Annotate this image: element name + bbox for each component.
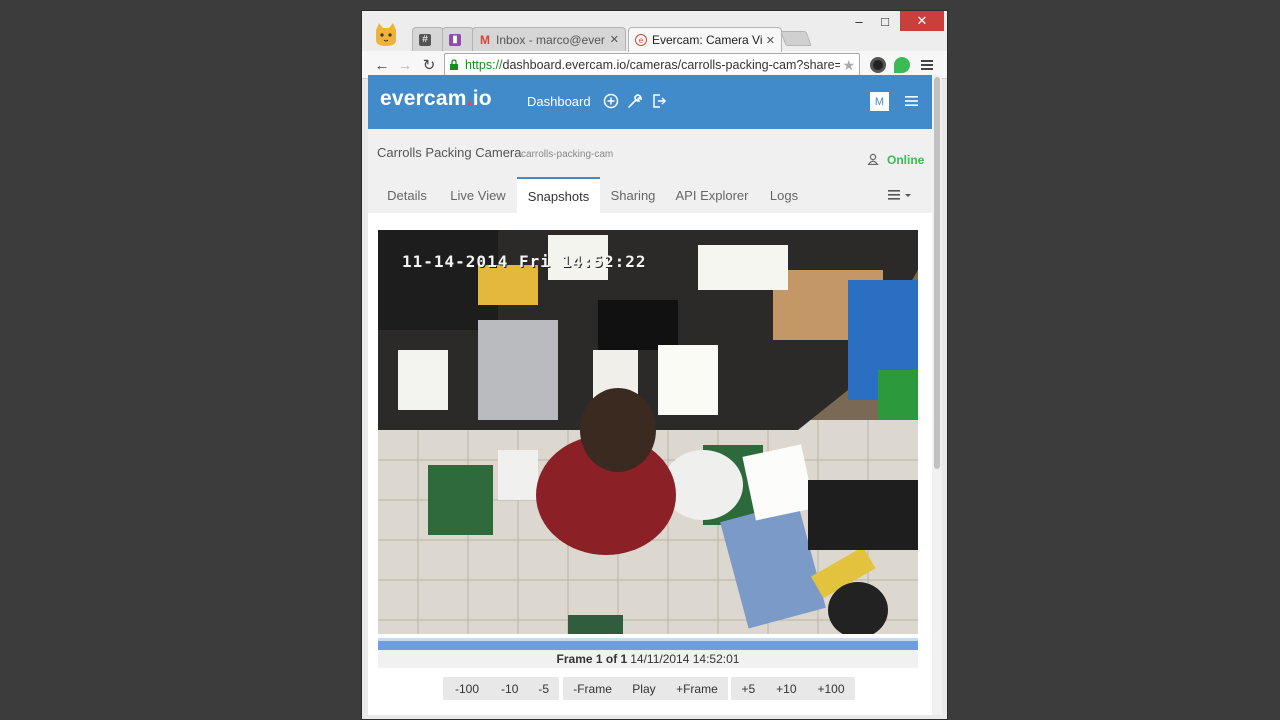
tab-logs[interactable]: Logs	[764, 177, 804, 213]
snapshot-timestamp-overlay: 11-14-2014 Fri 14:52:22	[402, 252, 647, 271]
browser-window: # ▮ M Inbox - marco@ever ✕ e Evercam: Ca…	[361, 10, 948, 720]
page-scrollbar[interactable]	[932, 75, 942, 715]
prev-frame-button[interactable]: -Frame	[565, 677, 620, 700]
gmail-icon: M	[480, 32, 490, 47]
playback-button-group: -Frame Play +Frame	[563, 677, 728, 700]
logo-tail: io	[472, 87, 492, 110]
extension-evernote-icon[interactable]	[894, 57, 910, 73]
frame-label: Frame 1 of 1	[556, 652, 628, 666]
reload-icon[interactable]: ↻	[419, 55, 439, 75]
logo-main: evercam	[380, 87, 467, 110]
close-window-button[interactable]: ✕	[900, 11, 944, 31]
tab-overflow-menu-icon[interactable]	[888, 188, 914, 202]
evercam-logo[interactable]: evercam.io	[380, 87, 492, 111]
url-scheme: https://	[465, 57, 503, 72]
extension-camera-icon[interactable]	[870, 57, 886, 73]
camera-name: Carrolls Packing Camera	[377, 145, 522, 160]
camera-id: carrolls-packing-cam	[521, 149, 614, 160]
hamburger-menu-icon[interactable]	[905, 95, 918, 107]
browser-tab-inbox[interactable]: M Inbox - marco@ever ✕	[472, 27, 626, 51]
forward-button-group: +5 +10 +100	[731, 677, 855, 700]
browser-tab-evercam[interactable]: e Evercam: Camera Vie ✕	[628, 27, 782, 52]
frame-timestamp: 14/11/2014 14:52:01	[630, 652, 740, 666]
tab-close-icon[interactable]: ✕	[762, 34, 775, 47]
user-status-icon	[867, 153, 879, 165]
maximize-button[interactable]: □	[876, 11, 894, 31]
title-bar: # ▮ M Inbox - marco@ever ✕ e Evercam: Ca…	[362, 11, 947, 52]
forward-5-button[interactable]: +5	[733, 677, 763, 700]
back-100-button[interactable]: -100	[443, 677, 491, 700]
tab-close-icon[interactable]: ✕	[606, 33, 619, 46]
frame-info: Frame 1 of 1 14/11/2014 14:52:01	[378, 650, 918, 668]
camera-snapshot-image[interactable]: 11-14-2014 Fri 14:52:22	[378, 230, 918, 634]
snapshot-scene	[378, 230, 918, 634]
chrome-menu-icon[interactable]	[919, 57, 935, 73]
bookmark-star-icon[interactable]: ★	[840, 57, 855, 74]
next-frame-button[interactable]: +Frame	[668, 677, 726, 700]
camera-tabs: Details Live View Snapshots Sharing API …	[368, 177, 932, 213]
app-header: evercam.io Dashboard M	[368, 75, 932, 129]
back-10-button[interactable]: -10	[491, 677, 528, 700]
add-circle-icon[interactable]	[602, 92, 620, 110]
tab-live-view[interactable]: Live View	[443, 177, 513, 213]
camera-status: Online	[887, 153, 925, 167]
rewind-button-group: -100 -10 -5	[443, 677, 559, 700]
address-bar[interactable]: https:// dashboard.evercam.io/cameras/ca…	[444, 53, 860, 76]
cat-icon	[376, 23, 396, 46]
scrollbar-thumb[interactable]	[934, 77, 940, 469]
lock-icon	[450, 59, 458, 70]
tab-label-evercam: Evercam: Camera Vie	[652, 33, 762, 47]
play-button[interactable]: Play	[624, 677, 663, 700]
forward-arrow-icon[interactable]: →	[395, 55, 415, 75]
back-arrow-icon[interactable]: ←	[372, 55, 392, 75]
page-viewport: evercam.io Dashboard M Carrolls Packing …	[368, 75, 942, 715]
tab-api-explorer[interactable]: API Explorer	[670, 177, 754, 213]
tab-sharing[interactable]: Sharing	[605, 177, 661, 213]
snapshot-progress-bar[interactable]	[378, 638, 918, 650]
url-text: dashboard.evercam.io/cameras/carrolls-pa…	[502, 57, 842, 72]
forward-10-button[interactable]: +10	[768, 677, 804, 700]
tab-label-inbox: Inbox - marco@ever	[496, 32, 605, 47]
dashboard-link[interactable]: Dashboard	[527, 94, 591, 109]
browser-tab-slack[interactable]: #	[412, 27, 444, 51]
browser-tab-trello[interactable]: ▮	[442, 27, 474, 51]
wrench-icon[interactable]	[626, 92, 644, 110]
new-tab-button[interactable]	[780, 31, 812, 46]
tab-snapshots[interactable]: Snapshots	[517, 177, 600, 213]
trello-icon: ▮	[449, 33, 461, 46]
hashtag-icon: #	[419, 33, 431, 46]
forward-100-button[interactable]: +100	[809, 677, 852, 700]
minimize-button[interactable]: –	[850, 11, 868, 31]
back-5-button[interactable]: -5	[528, 677, 559, 700]
logout-icon[interactable]	[650, 92, 668, 110]
user-avatar[interactable]: M	[870, 92, 889, 111]
evercam-icon: e	[635, 34, 647, 46]
tab-details[interactable]: Details	[377, 177, 437, 213]
